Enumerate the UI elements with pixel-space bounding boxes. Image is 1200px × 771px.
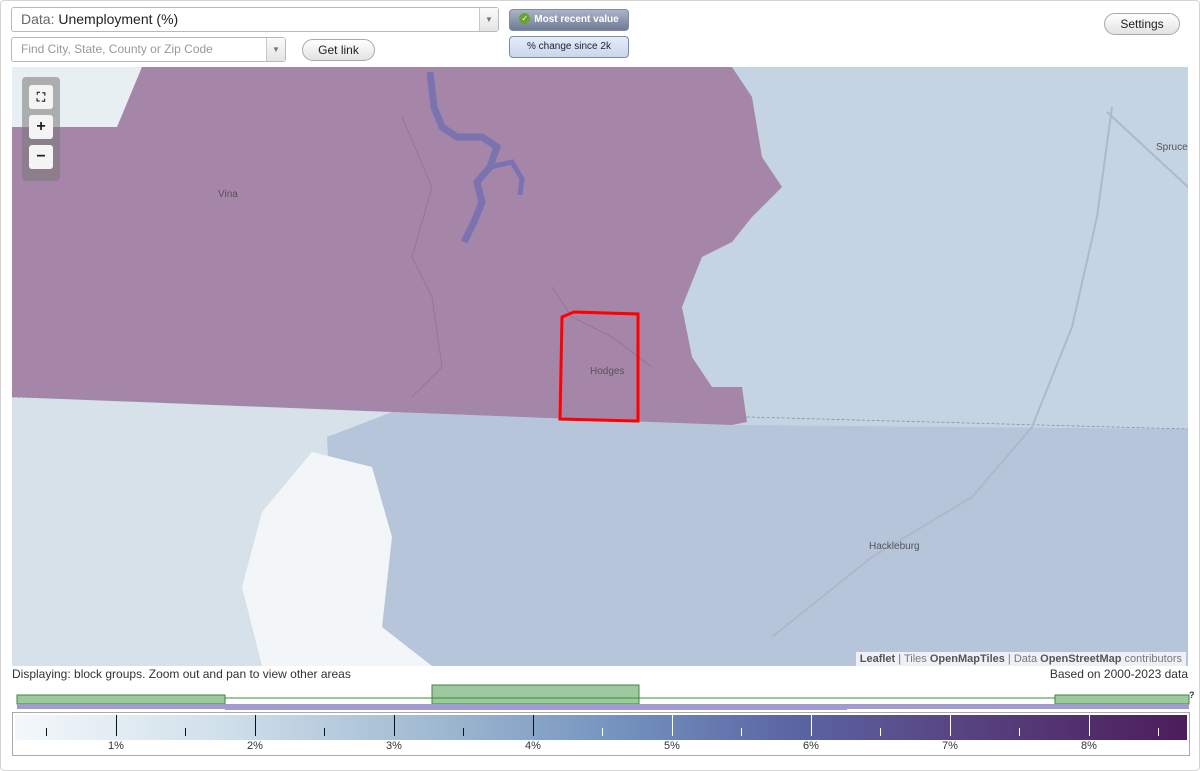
check-icon: ✓ [519,12,531,24]
legend-minor-tick [185,728,186,736]
fullscreen-icon[interactable]: ⛶ [29,85,53,109]
attribution-tiles-prefix: Tiles [903,653,927,665]
leaflet-link[interactable]: Leaflet [860,653,895,665]
most-recent-value-label: Most recent value [534,14,619,25]
most-recent-value-toggle[interactable]: ✓ Most recent value [509,9,629,31]
legend-minor-tick [602,728,603,736]
percent-change-toggle[interactable]: % change since 2k [509,36,629,58]
histogram-range-core [225,704,847,710]
legend-major-tick [116,715,117,736]
legend-label: 4% [525,740,541,752]
color-legend: 1% 2% 3% 4% 5% 6% 7% 8% [12,712,1190,756]
place-label-spruce: Spruce [1156,142,1188,153]
search-input[interactable]: Find City, State, County or Zip Code ▼ [11,37,286,62]
legend-minor-tick [463,728,464,736]
openmaptiles-link[interactable]: OpenMapTiles [930,653,1005,665]
legend-major-tick [394,715,395,736]
openstreetmap-link[interactable]: OpenStreetMap [1040,653,1121,665]
legend-minor-tick [1158,728,1159,736]
legend-minor-tick [741,728,742,736]
display-status: Displaying: block groups. Zoom out and p… [12,667,351,681]
legend-label: 6% [803,740,819,752]
distribution-histogram [16,684,1190,710]
attribution-data-prefix: Data [1013,653,1038,665]
data-range-note: Based on 2000-2023 data [1049,667,1188,681]
place-label-hodges: Hodges [590,366,625,377]
place-label-hackleburg: Hackleburg [869,541,920,552]
legend-major-tick [811,715,812,736]
legend-label: 5% [664,740,680,752]
legend-major-tick [533,715,534,736]
chevron-down-icon[interactable]: ▼ [479,8,498,31]
legend-label: 2% [247,740,263,752]
legend-major-tick [1089,715,1090,736]
zoom-in-button[interactable]: + [29,115,53,139]
zoom-control-panel: ⛶ + − [22,77,60,181]
zoom-out-button[interactable]: − [29,145,53,169]
chevron-down-icon[interactable]: ▼ [266,38,285,61]
legend-label: 1% [108,740,124,752]
legend-label: 3% [386,740,402,752]
mid-unemployment-area-south [327,412,1188,666]
get-link-button[interactable]: Get link [302,39,375,61]
attribution-suffix: contributors [1124,653,1182,665]
legend-gradient [15,715,1187,740]
settings-button[interactable]: Settings [1104,13,1180,35]
legend-minor-tick [1019,728,1020,736]
legend-major-tick [672,715,673,736]
legend-label: 8% [1081,740,1097,752]
legend-minor-tick [46,728,47,736]
legend-major-tick [950,715,951,736]
high-unemployment-area [12,67,782,425]
mid-unemployment-area-east [682,67,1188,429]
search-placeholder: Find City, State, County or Zip Code [21,42,213,56]
place-label-vina: Vina [218,189,238,200]
map-attribution: Leaflet | Tiles OpenMapTiles | Data Open… [855,652,1186,666]
legend-minor-tick [880,728,881,736]
data-select[interactable]: Data: Unemployment (%) ▼ [11,7,499,32]
data-select-value: Unemployment (%) [58,11,179,27]
legend-minor-tick [324,728,325,736]
legend-major-tick [255,715,256,736]
histogram-bar [16,694,226,705]
histogram-bar [1054,694,1190,705]
map-view[interactable]: ⛶ + − Vina Spruce Hodges Hackleburg Leaf… [12,67,1188,666]
histogram-bar [431,684,640,705]
data-select-prefix: Data: [21,11,55,27]
legend-label: 7% [942,740,958,752]
histogram-help-icon[interactable]: ? [1189,690,1195,700]
